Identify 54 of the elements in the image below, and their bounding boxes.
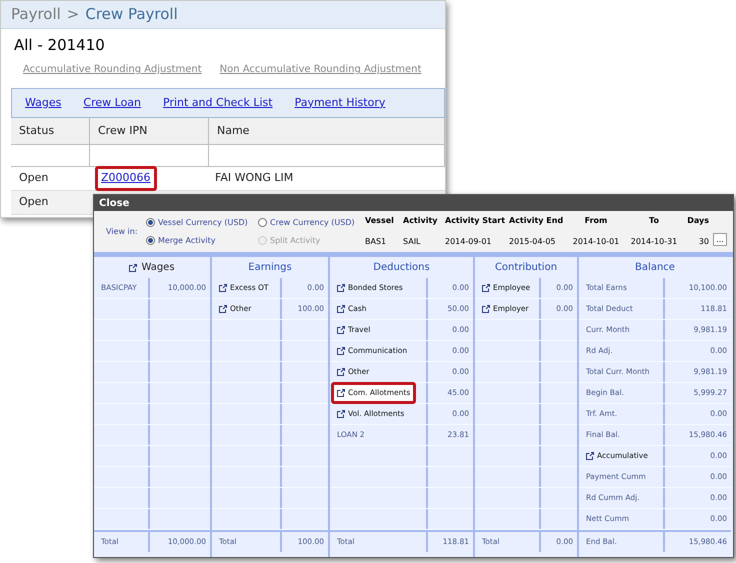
column-header: Crew IPN [90,118,209,144]
period-heading: All - 201410 [13,35,106,56]
adjustment-link[interactable]: Non Accumulative Rounding Adjustment [220,62,422,79]
external-link-icon [219,305,227,313]
section-heading: Wages [129,260,175,275]
info-value: BAS1 [365,236,388,248]
table-cell-text: Open [19,194,48,210]
radio-option[interactable]: Merge Activity [146,234,258,246]
info-value: 2014-09-01 [445,236,492,248]
external-link-icon [337,305,345,313]
info-label: Days [687,215,709,227]
info-value: 30 [698,236,709,248]
section-heading: Earnings [248,261,292,275]
external-link-icon [482,305,490,313]
page-title: Crew Payroll [85,4,178,26]
external-link-icon [586,452,594,460]
external-link-icon [482,284,490,292]
external-link-icon [337,326,345,334]
crew-ipn-link[interactable]: Z000066 [95,166,157,191]
external-link-icon [337,347,345,355]
info-value: SAIL [403,236,422,248]
section-heading: Contribution [494,261,558,275]
external-link-icon [337,389,345,397]
info-label: Activity End [509,215,563,227]
external-link-icon [337,410,345,418]
more-button[interactable]: ... [713,233,727,246]
info-label: From [584,215,608,227]
external-link-icon [219,284,227,292]
external-link-icon [129,264,138,272]
view-in-label: View in: [106,226,139,238]
info-value: 2014-10-31 [630,236,678,248]
breadcrumb-separator: > [66,4,80,26]
radio-option[interactable]: Crew Currency (USD) [258,216,362,228]
info-label: Vessel [365,215,395,227]
table-cell-text: FAI WONG LIM [215,170,294,186]
tab-link[interactable]: Payment History [294,94,386,112]
info-value: 2014-10-01 [572,236,620,248]
external-link-icon [337,368,345,376]
section-heading: Balance [635,261,675,275]
adjustment-link[interactable]: Accumulative Rounding Adjustment [23,62,202,79]
tab-link[interactable]: Print and Check List [163,94,273,112]
column-header: Status [11,118,90,144]
info-label: To [648,215,660,227]
table-cell-text: Open [19,170,48,186]
dialog-title: Close [99,196,130,210]
section-heading: Deductions [373,261,430,275]
info-value: 2015-04-05 [509,236,556,248]
tab-link[interactable]: Wages [25,94,62,112]
external-link-icon [337,284,345,292]
breadcrumb-link[interactable]: Payroll [11,3,61,26]
radio-option[interactable]: Vessel Currency (USD) [146,216,258,228]
tab-link[interactable]: Crew Loan [83,94,142,112]
column-header: Name [209,118,445,144]
info-label: Activity [403,215,437,227]
